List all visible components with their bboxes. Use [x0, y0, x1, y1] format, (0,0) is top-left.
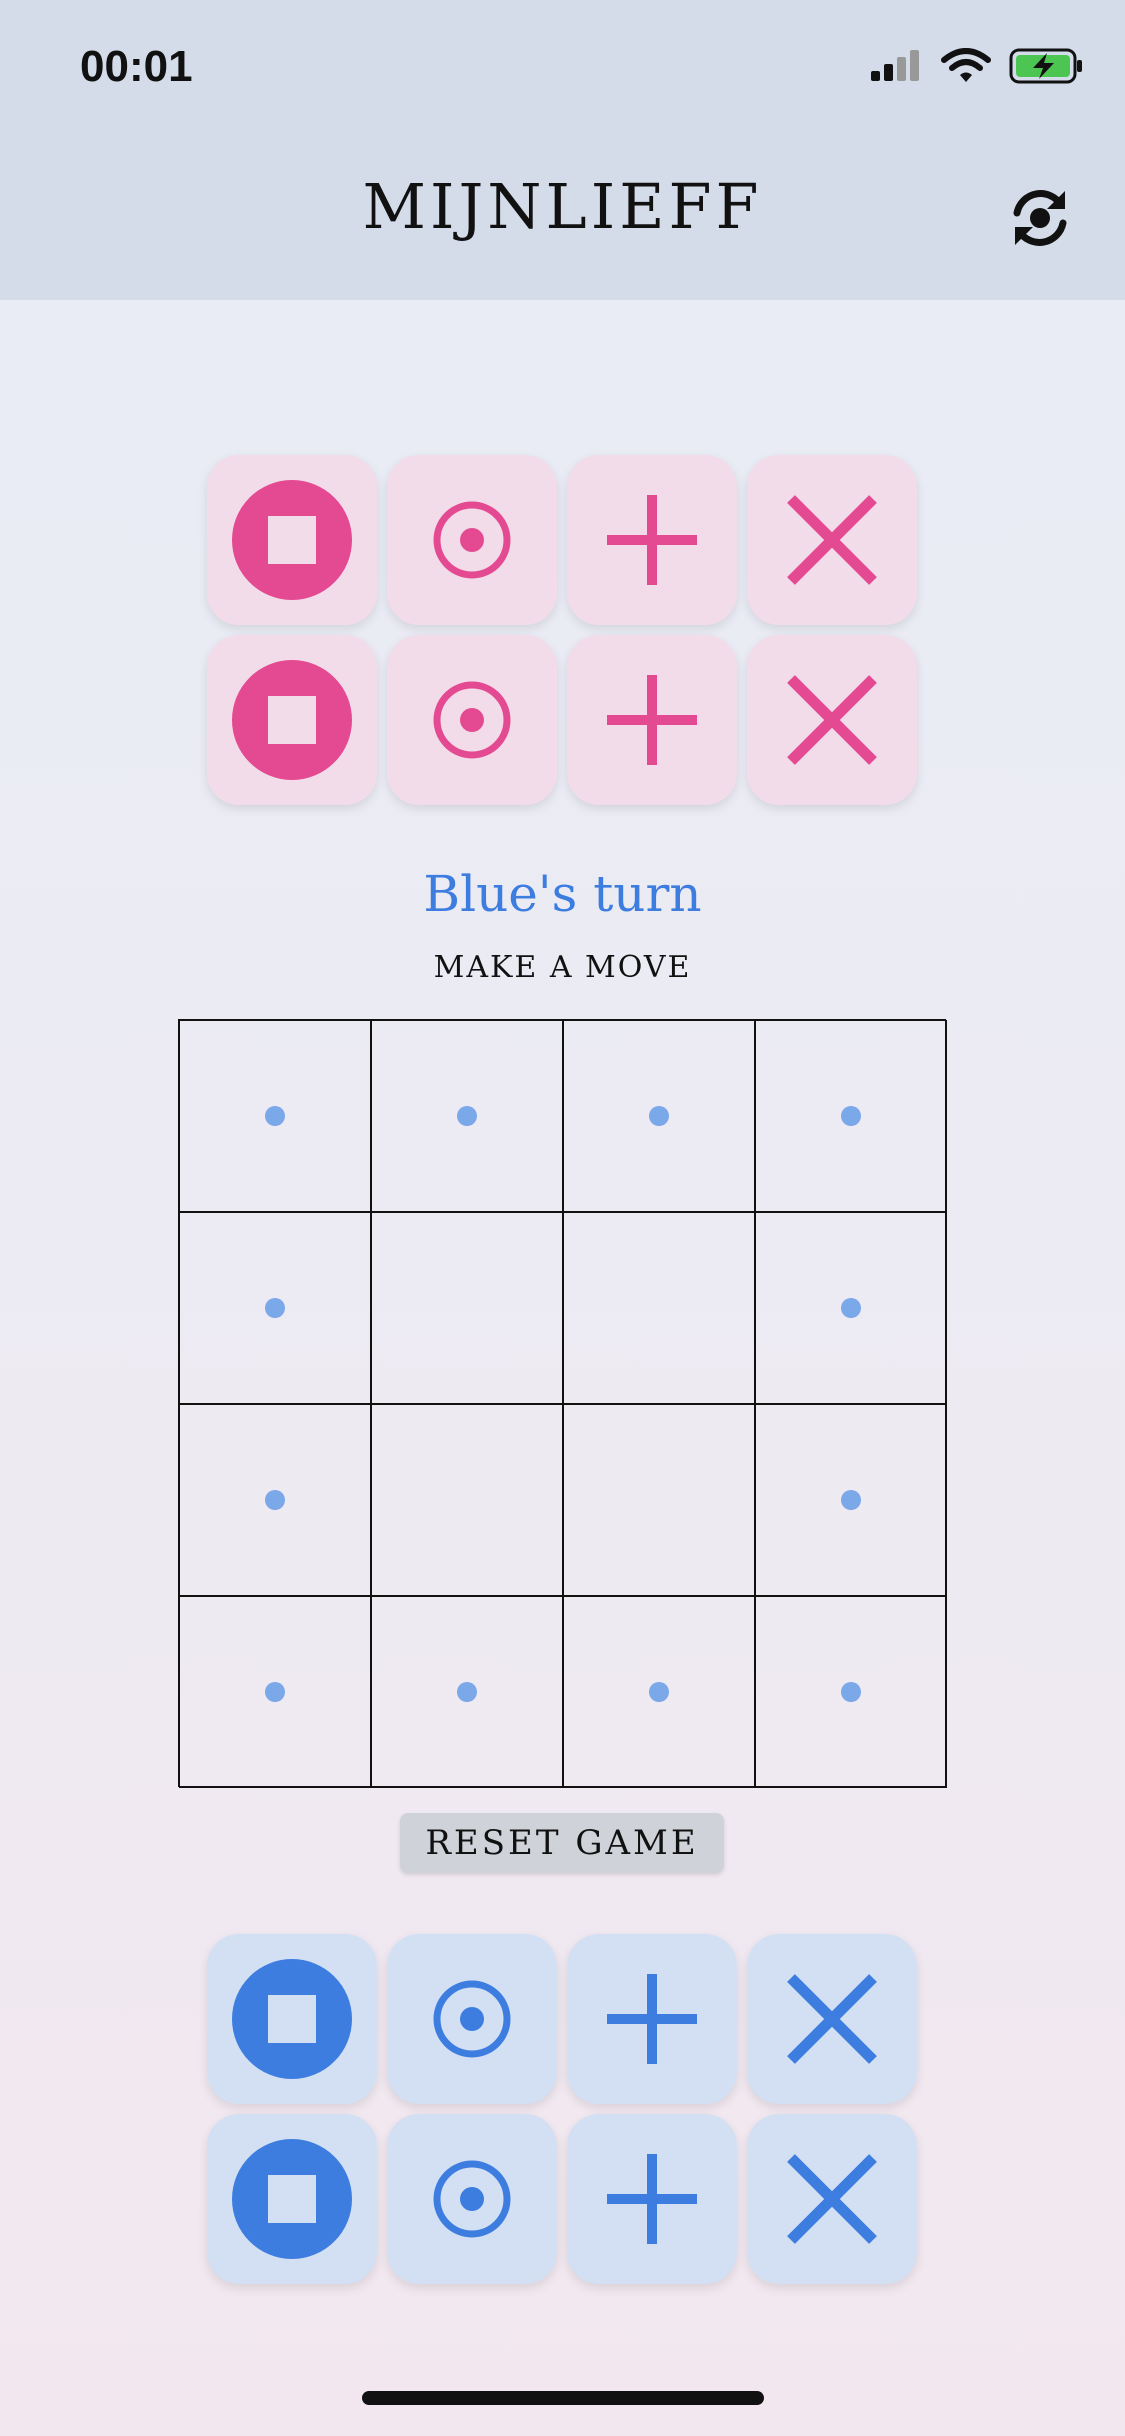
valid-move-dot — [265, 1682, 285, 1702]
board-cell[interactable] — [179, 1212, 371, 1404]
target-icon — [433, 2160, 511, 2238]
pink-piece-plus[interactable] — [567, 455, 737, 625]
board-cell[interactable] — [755, 1404, 947, 1596]
valid-move-dot — [649, 1106, 669, 1126]
blue-piece-target[interactable] — [387, 1934, 557, 2104]
board-cell[interactable] — [179, 1404, 371, 1596]
status-time: 00:01 — [80, 42, 193, 91]
home-indicator[interactable] — [362, 2391, 764, 2405]
blue-piece-palette — [207, 1934, 917, 2284]
target-icon — [433, 1980, 511, 2058]
board-cell[interactable] — [755, 1020, 947, 1212]
valid-move-dot — [841, 1298, 861, 1318]
pink-piece-target[interactable] — [387, 635, 557, 805]
pink-piece-plus[interactable] — [567, 635, 737, 805]
square-in-circle-icon — [232, 480, 352, 600]
board-cell[interactable] — [563, 1404, 755, 1596]
square-in-circle-icon — [232, 660, 352, 780]
valid-move-dot — [265, 1298, 285, 1318]
header: 00:01 MIJNLIEFF — [0, 0, 1125, 300]
pink-piece-cross[interactable] — [747, 455, 917, 625]
square-in-circle-icon — [232, 1959, 352, 2079]
board-cell[interactable] — [371, 1404, 563, 1596]
pink-piece-square[interactable] — [207, 635, 377, 805]
blue-piece-target[interactable] — [387, 2114, 557, 2284]
board-cell[interactable] — [755, 1212, 947, 1404]
cross-icon — [787, 2154, 877, 2244]
turn-indicator: Blue's turn — [423, 865, 702, 923]
reset-game-button[interactable]: RESET GAME — [400, 1813, 724, 1873]
blue-piece-plus[interactable] — [567, 1934, 737, 2104]
square-in-circle-icon — [232, 2139, 352, 2259]
board-cell[interactable] — [371, 1596, 563, 1788]
cross-icon — [787, 495, 877, 585]
board-cell[interactable] — [371, 1020, 563, 1212]
board-cell[interactable] — [563, 1212, 755, 1404]
status-icons — [869, 48, 1085, 84]
wifi-icon — [941, 48, 991, 82]
board-cell[interactable] — [179, 1020, 371, 1212]
pink-piece-square[interactable] — [207, 455, 377, 625]
battery-charging-icon — [1009, 48, 1082, 84]
board-cell[interactable] — [371, 1212, 563, 1404]
blue-piece-cross[interactable] — [747, 1934, 917, 2104]
plus-icon — [607, 2154, 697, 2244]
board-cell[interactable] — [755, 1596, 947, 1788]
pink-piece-palette — [207, 455, 917, 805]
valid-move-dot — [841, 1106, 861, 1126]
target-icon — [433, 501, 511, 579]
valid-move-dot — [265, 1106, 285, 1126]
game-board — [178, 1019, 947, 1788]
pink-piece-cross[interactable] — [747, 635, 917, 805]
blue-piece-cross[interactable] — [747, 2114, 917, 2284]
board-cell[interactable] — [179, 1596, 371, 1788]
page-title: MIJNLIEFF — [362, 170, 763, 243]
plus-icon — [607, 495, 697, 585]
plus-icon — [607, 675, 697, 765]
valid-move-dot — [841, 1682, 861, 1702]
plus-icon — [607, 1974, 697, 2064]
target-icon — [433, 681, 511, 759]
valid-move-dot — [265, 1490, 285, 1510]
blue-piece-square[interactable] — [207, 2114, 377, 2284]
instruction-label: MAKE A MOVE — [433, 950, 692, 985]
cross-icon — [787, 1974, 877, 2064]
cross-icon — [787, 675, 877, 765]
valid-move-dot — [457, 1682, 477, 1702]
pink-piece-target[interactable] — [387, 455, 557, 625]
refresh-icon[interactable] — [1005, 183, 1075, 253]
blue-piece-plus[interactable] — [567, 2114, 737, 2284]
signal-icon — [871, 50, 919, 81]
valid-move-dot — [649, 1682, 669, 1702]
board-cell[interactable] — [563, 1596, 755, 1788]
valid-move-dot — [457, 1106, 477, 1126]
valid-move-dot — [841, 1490, 861, 1510]
blue-piece-square[interactable] — [207, 1934, 377, 2104]
board-cell[interactable] — [563, 1020, 755, 1212]
